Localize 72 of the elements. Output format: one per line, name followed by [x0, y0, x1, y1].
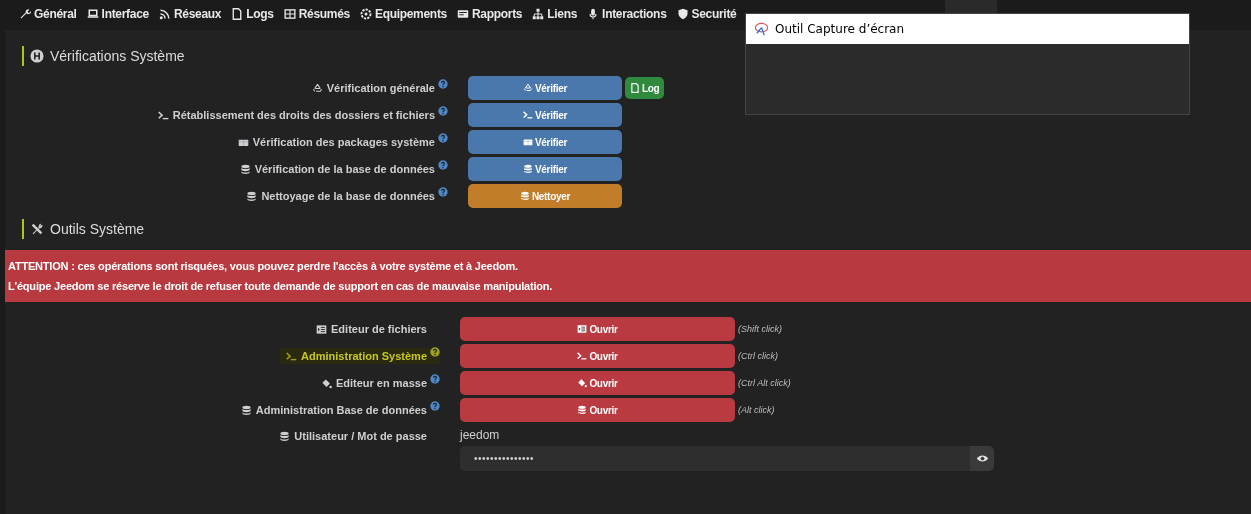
- nav-tab[interactable]: Interface: [81, 0, 154, 28]
- nav-tab[interactable]: Logs: [226, 0, 279, 28]
- nav-tab[interactable]: Interactions: [582, 0, 672, 28]
- nav-tab[interactable]: Equipements: [354, 0, 452, 28]
- open-button[interactable]: Ouvrir: [460, 371, 735, 395]
- form-label: Vérification de la base de données: [254, 163, 435, 175]
- label-icon: [157, 109, 169, 121]
- nav-icon: [283, 8, 296, 20]
- label-icon: [316, 323, 327, 335]
- nav-tab[interactable]: Résumés: [278, 0, 355, 28]
- h-circle-icon: [30, 49, 44, 63]
- nav-tab[interactable]: Securité: [671, 0, 742, 28]
- nav-tab[interactable]: Rapports: [451, 0, 528, 28]
- action-button[interactable]: Vérifier: [468, 76, 622, 100]
- button-icon: [519, 191, 530, 201]
- form-label: Administration Système: [301, 350, 427, 362]
- nav-icon: [231, 8, 244, 20]
- form-label: Vérification générale: [326, 82, 435, 94]
- nav-icon: [676, 8, 689, 20]
- button-icon: [522, 83, 533, 93]
- nav-tab[interactable]: Liens: [527, 0, 583, 28]
- shortcut-hint: (Shift click): [738, 324, 782, 334]
- action-button[interactable]: Vérifier: [468, 103, 622, 127]
- open-button[interactable]: Ouvrir: [460, 317, 735, 341]
- label-icon: [240, 404, 252, 416]
- action-button[interactable]: Vérifier: [468, 130, 622, 154]
- open-button[interactable]: Ouvrir: [460, 344, 735, 368]
- button-icon: [522, 110, 533, 120]
- form-label: Editeur en masse: [335, 377, 427, 389]
- button-icon: [522, 137, 533, 147]
- log-button[interactable]: Log: [625, 77, 665, 99]
- button-icon: [577, 378, 588, 388]
- nav-icon: [532, 8, 545, 20]
- tools-icon: [30, 222, 44, 236]
- shortcut-hint: (Ctrl click): [738, 351, 778, 361]
- nav-icon: [86, 8, 99, 20]
- form-label: Rétablissement des droits des dossiers et fichiers: [172, 109, 435, 121]
- alert-text: L'équipe Jeedom se réserve le droit de refuser toute demande de support en cas de mauvaise manipulation.: [8, 279, 554, 294]
- alert-text: ATTENTION : ces opérations sont risquées, vous pouvez perdre l'accès à votre système et à Jeedom.: [8, 259, 519, 274]
- open-button[interactable]: Ouvrir: [460, 398, 735, 422]
- username-text: jeedom: [460, 427, 501, 443]
- shortcut-hint: (Ctrl Alt click): [738, 378, 791, 388]
- label-icon: [239, 163, 251, 175]
- shortcut-hint: (Alt click): [738, 405, 775, 415]
- label-icon: [320, 377, 332, 389]
- label-icon: [246, 190, 258, 202]
- button-icon: [522, 164, 533, 174]
- form-label: Nettoyage de la base de données: [261, 190, 435, 202]
- window-title: Outil Capture d’écran: [775, 22, 905, 36]
- label-icon: [279, 430, 291, 442]
- nav-icon: [456, 8, 469, 20]
- password-field[interactable]: •••••••••••••••: [460, 446, 970, 471]
- label-icon: [286, 350, 298, 362]
- nav-tab[interactable]: Réseaux: [153, 0, 227, 28]
- form-label: Utilisateur / Mot de passe: [294, 430, 427, 442]
- eye-icon: [975, 452, 989, 465]
- nav-icon: [158, 8, 171, 20]
- action-button[interactable]: Vérifier: [468, 157, 622, 181]
- nav-icon: [19, 8, 31, 20]
- nav-icon: [359, 8, 372, 20]
- show-password-button[interactable]: [970, 446, 994, 471]
- label-icon: [311, 82, 323, 94]
- nav-icon: [587, 8, 600, 20]
- section-heading: Outils Système: [22, 219, 1251, 239]
- form-label: Editeur de fichiers: [331, 323, 427, 335]
- button-icon: [577, 405, 588, 415]
- file-icon: [630, 83, 640, 93]
- button-icon: [577, 351, 588, 361]
- button-icon: [577, 324, 588, 334]
- nav-tab[interactable]: Général: [14, 0, 82, 28]
- form-label: Vérification des packages système: [252, 136, 435, 148]
- form-label: Administration Base de données: [255, 404, 427, 416]
